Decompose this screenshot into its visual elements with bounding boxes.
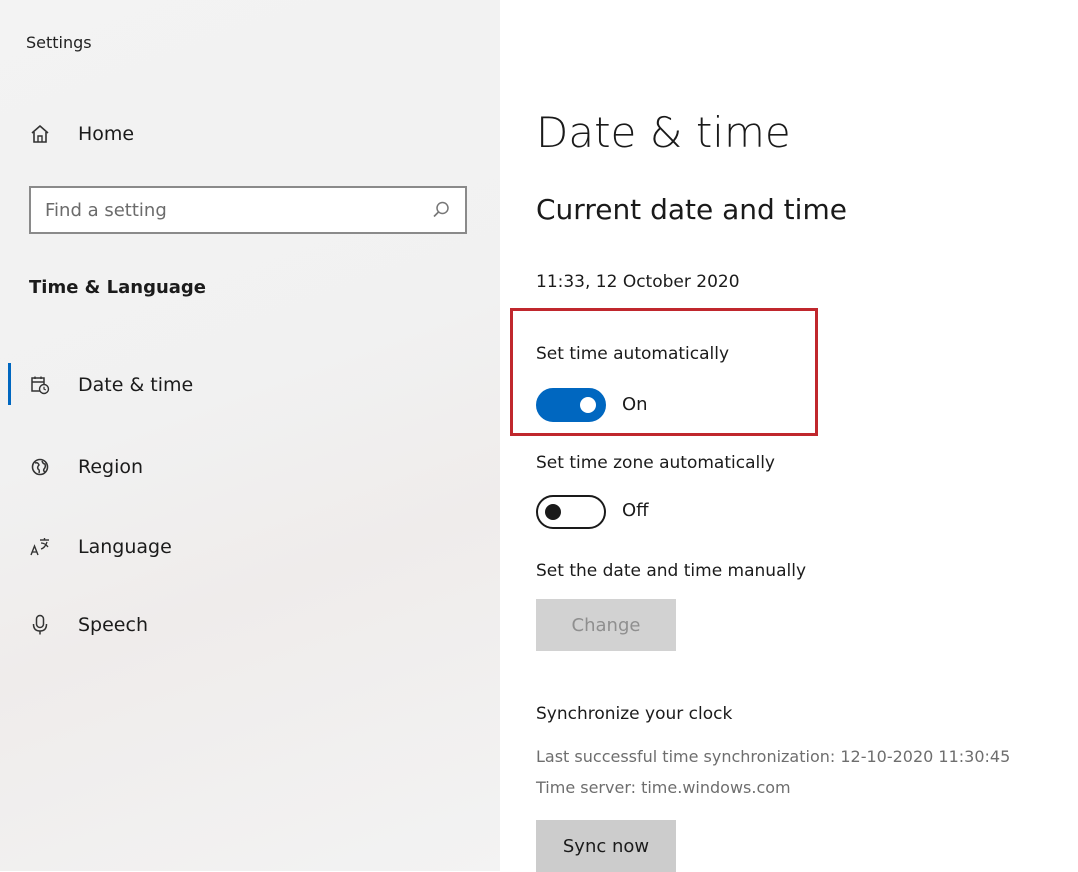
- app-title: Settings: [26, 33, 92, 52]
- set-time-auto-label: Set time automatically: [536, 344, 730, 364]
- sidebar: Settings Home Time & Language: [0, 0, 500, 871]
- set-zone-auto-label: Set time zone automatically: [536, 453, 775, 473]
- search-box[interactable]: [29, 186, 467, 234]
- search-icon[interactable]: [431, 200, 451, 220]
- manual-label: Set the date and time manually: [536, 561, 807, 581]
- sidebar-item-date-time[interactable]: Date & time: [0, 363, 500, 407]
- sync-heading: Synchronize your clock: [536, 704, 733, 724]
- current-date-heading: Current date and time: [536, 193, 847, 226]
- sidebar-item-region[interactable]: Region: [0, 445, 500, 489]
- set-zone-auto-toggle[interactable]: [536, 495, 606, 529]
- current-date-value: 11:33, 12 October 2020: [536, 272, 740, 292]
- sidebar-item-speech[interactable]: Speech: [0, 603, 500, 647]
- set-time-auto-state: On: [622, 394, 648, 415]
- sidebar-item-language[interactable]: Language: [0, 525, 500, 569]
- set-time-auto-toggle[interactable]: [536, 388, 606, 422]
- search-input[interactable]: [31, 188, 411, 232]
- sync-now-button[interactable]: Sync now: [536, 820, 676, 872]
- page-title: Date & time: [536, 108, 791, 157]
- sidebar-item-label: Language: [78, 536, 172, 558]
- sidebar-item-label: Region: [78, 456, 144, 478]
- sidebar-item-label: Date & time: [78, 374, 194, 396]
- change-button[interactable]: Change: [536, 599, 676, 651]
- home-icon: [29, 123, 51, 145]
- sidebar-item-label: Speech: [78, 614, 148, 636]
- toggle-knob: [580, 397, 596, 413]
- set-zone-auto-state: Off: [622, 500, 649, 521]
- sidebar-item-label: Home: [78, 123, 135, 145]
- toggle-knob: [545, 504, 561, 520]
- globe-icon: [29, 456, 51, 478]
- last-sync-text: Last successful time synchronization: 12…: [536, 747, 1011, 766]
- sidebar-item-home[interactable]: Home: [0, 112, 500, 156]
- main-content: Date & time Current date and time 11:33,…: [510, 0, 1078, 872]
- calendar-clock-icon: [29, 374, 51, 396]
- microphone-icon: [29, 614, 51, 636]
- time-server-text: Time server: time.windows.com: [536, 778, 791, 797]
- language-icon: [29, 536, 51, 558]
- section-heading: Time & Language: [29, 277, 207, 298]
